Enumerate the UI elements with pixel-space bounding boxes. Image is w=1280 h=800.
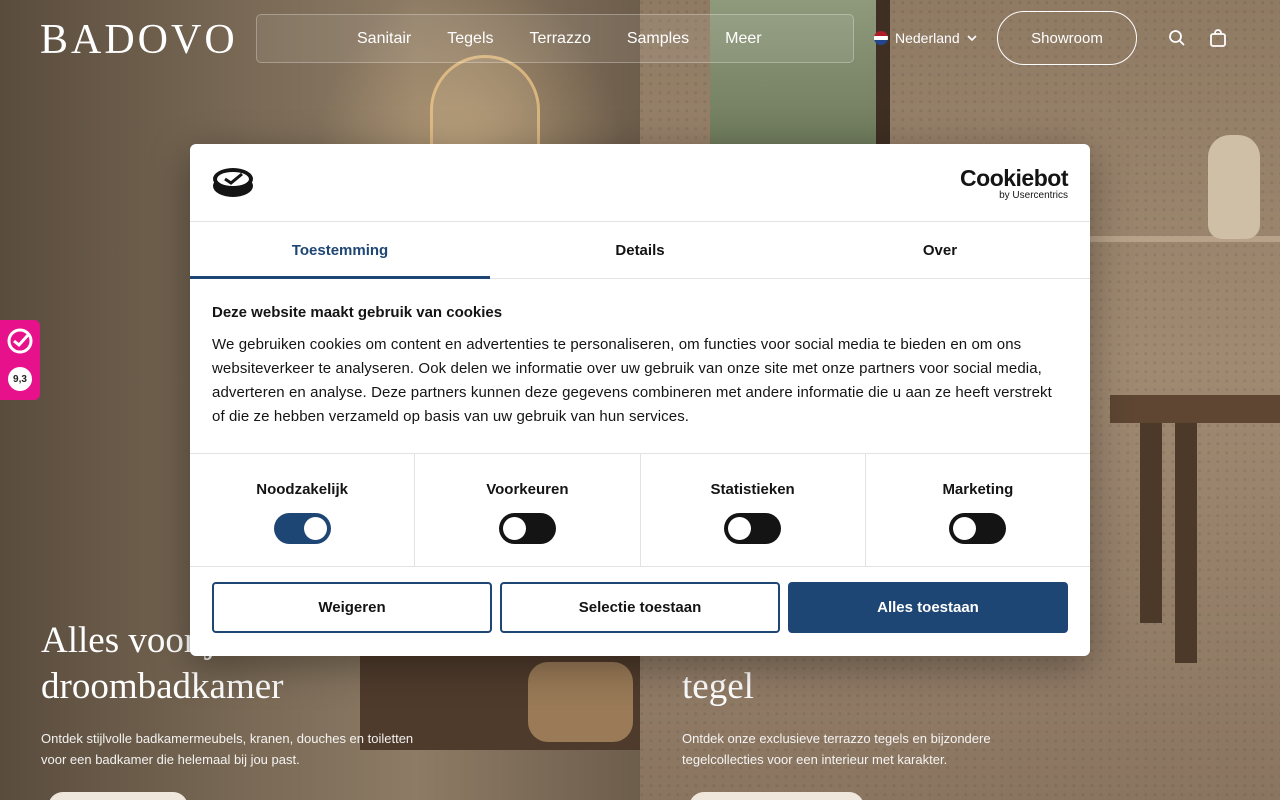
tab-details[interactable]: Details <box>490 222 790 278</box>
stool-decor <box>1110 395 1280 423</box>
stool-leg <box>1175 423 1197 663</box>
netherlands-flag-icon <box>874 31 888 45</box>
dialog-buttons: Weigeren Selectie toestaan Alles toestaa… <box>190 567 1090 648</box>
toggle-noodzakelijk[interactable] <box>273 513 331 544</box>
cookie-heading: Deze website maakt gebruik van cookies <box>212 304 503 321</box>
showroom-button[interactable]: Showroom <box>997 11 1137 65</box>
review-check-icon <box>7 328 33 354</box>
category-statistieken: Statistieken <box>641 454 866 566</box>
allow-all-button[interactable]: Alles toestaan <box>788 582 1068 633</box>
cookiebot-brand-sub: by Usercentrics <box>999 190 1068 201</box>
cookie-description: We gebruiken cookies om content en adver… <box>212 336 1052 425</box>
allow-selection-button[interactable]: Selectie toestaan <box>500 582 780 633</box>
chevron-down-icon <box>967 35 977 42</box>
dialog-body: Deze website maakt gebruik van cookies W… <box>190 279 1090 453</box>
stool-leg <box>1140 423 1162 623</box>
site-logo[interactable]: BADOVO <box>40 16 238 64</box>
category-marketing: Marketing <box>866 454 1090 566</box>
language-selector[interactable]: Nederland <box>874 30 977 46</box>
category-label: Voorkeuren <box>486 481 569 498</box>
cookie-consent-dialog: Cookiebot by Usercentrics Toestemming De… <box>190 144 1090 656</box>
hero-right-button[interactable] <box>689 792 864 800</box>
hero-right-title-line2: tegel <box>682 666 754 707</box>
nav-item-terrazzo[interactable]: Terrazzo <box>530 30 591 48</box>
tab-toestemming[interactable]: Toestemming <box>190 222 490 279</box>
toggle-statistieken[interactable] <box>724 513 782 544</box>
search-icon[interactable] <box>1167 28 1187 48</box>
hero-left-title-line2: droombadkamer <box>41 666 284 707</box>
category-voorkeuren: Voorkeuren <box>415 454 641 566</box>
cookiebot-brand-name: Cookiebot <box>960 165 1068 191</box>
nav-item-meer[interactable]: Meer <box>725 30 761 48</box>
toggle-voorkeuren[interactable] <box>498 513 556 544</box>
cookiebot-brand[interactable]: Cookiebot by Usercentrics <box>960 166 1068 201</box>
basket-decor <box>528 662 633 742</box>
category-label: Marketing <box>942 481 1014 498</box>
tab-over[interactable]: Over <box>790 222 1090 278</box>
hero-left-subtitle: Ontdek stijlvolle badkamermeubels, krane… <box>41 731 414 767</box>
deny-button[interactable]: Weigeren <box>212 582 492 633</box>
review-score: 9,3 <box>8 367 32 391</box>
toggle-marketing[interactable] <box>949 513 1007 544</box>
category-label: Statistieken <box>710 481 795 498</box>
dialog-header: Cookiebot by Usercentrics <box>190 144 1090 222</box>
nav-item-sanitair[interactable]: Sanitair <box>357 30 411 48</box>
vase-decor <box>1208 135 1260 239</box>
nav-item-samples[interactable]: Samples <box>627 30 689 48</box>
cookie-category-toggles: Noodzakelijk Voorkeuren Statistieken Mar… <box>190 453 1090 567</box>
hero-left-button[interactable] <box>48 792 188 800</box>
cookiebot-logo-icon <box>213 168 253 197</box>
nav-item-tegels[interactable]: Tegels <box>447 30 493 48</box>
category-label: Noodzakelijk <box>256 481 348 498</box>
dialog-tabs: Toestemming Details Over <box>190 222 1090 279</box>
main-nav: Sanitair Tegels Terrazzo Samples Meer <box>256 14 854 63</box>
language-label: Nederland <box>895 30 960 46</box>
hero-right-subtitle: Ontdek onze exclusieve terrazzo tegels e… <box>682 731 991 767</box>
shopping-bag-icon[interactable] <box>1208 28 1228 48</box>
category-noodzakelijk: Noodzakelijk <box>190 454 416 566</box>
